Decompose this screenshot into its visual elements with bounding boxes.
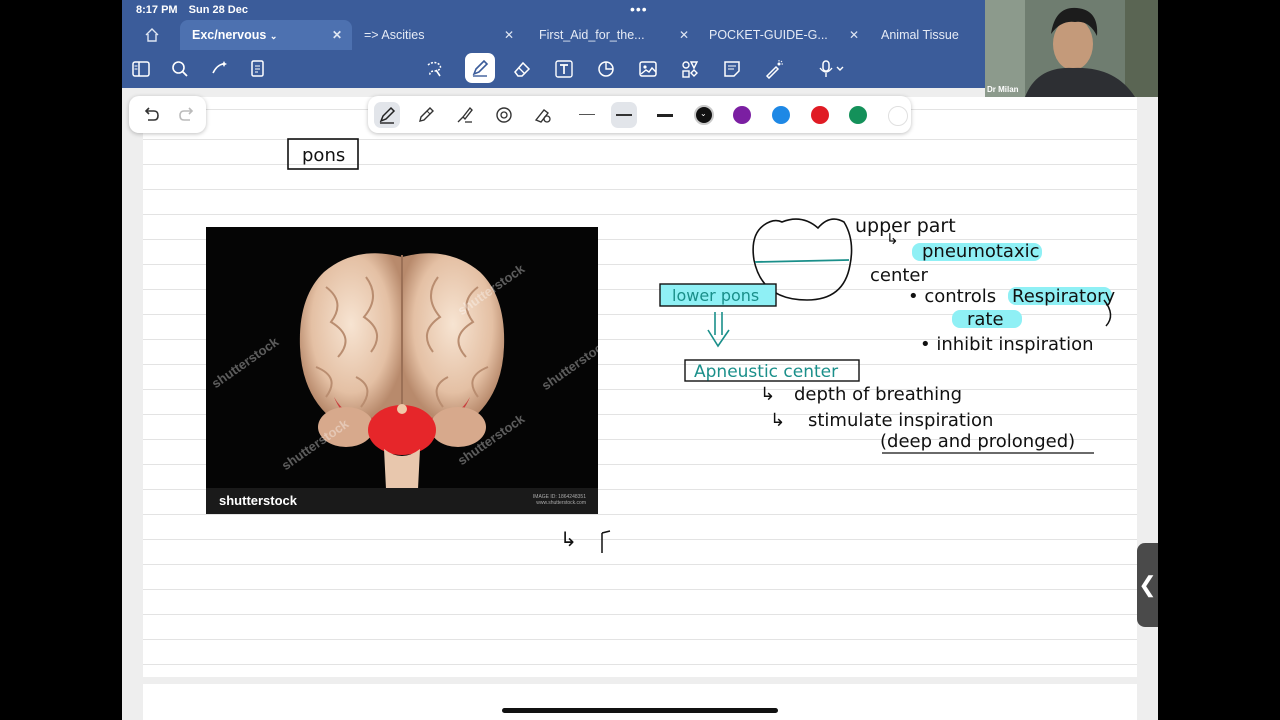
pneumotaxic-label: pneumotaxic — [922, 241, 1040, 262]
chevron-left-icon: ❮ — [1138, 572, 1157, 597]
inhibit-label: • inhibit inspiration — [920, 334, 1094, 355]
collapse-panel-handle[interactable]: ❮ — [1137, 543, 1158, 627]
stimulate-label: stimulate inspiration — [808, 410, 993, 431]
lower-pons-label: lower pons — [672, 286, 759, 305]
participant-name: Dr Milan — [987, 85, 1019, 94]
note-title: pons — [302, 145, 345, 166]
rate-label: rate — [967, 309, 1004, 330]
inhibit-text: inhibit inspiration — [936, 334, 1093, 355]
arrow-text: ↳ — [560, 527, 577, 551]
arrow-text: ↳ — [886, 230, 899, 248]
depth-label: depth of breathing — [794, 384, 962, 405]
controls-text: controls — [924, 286, 996, 307]
deep-prolonged-label: (deep and prolonged) — [880, 431, 1075, 452]
notes-app-screen: 8:17 PM Sun 28 Dec ••• Exc/nervous ⌄ ✕ =… — [122, 0, 1158, 720]
arrow-text: ↳ — [770, 410, 785, 431]
arrow-text: ↳ — [760, 384, 775, 405]
video-call-thumbnail[interactable]: Dr Milan — [985, 0, 1158, 97]
partial-stroke — [601, 530, 611, 553]
home-indicator[interactable] — [502, 708, 778, 713]
handwriting-layer: pons upper part ↳ pneumotaxic center • c… — [287, 138, 1115, 553]
center-label: center — [870, 265, 929, 286]
upper-part-label: upper part — [855, 215, 956, 237]
down-arrow — [707, 312, 730, 348]
pons-divider — [754, 259, 850, 263]
apneustic-label: Apneustic center — [694, 362, 838, 382]
respiratory-label: Respiratory — [1012, 286, 1115, 307]
participant-video — [985, 0, 1158, 97]
controls-label: • controls — [908, 286, 996, 307]
